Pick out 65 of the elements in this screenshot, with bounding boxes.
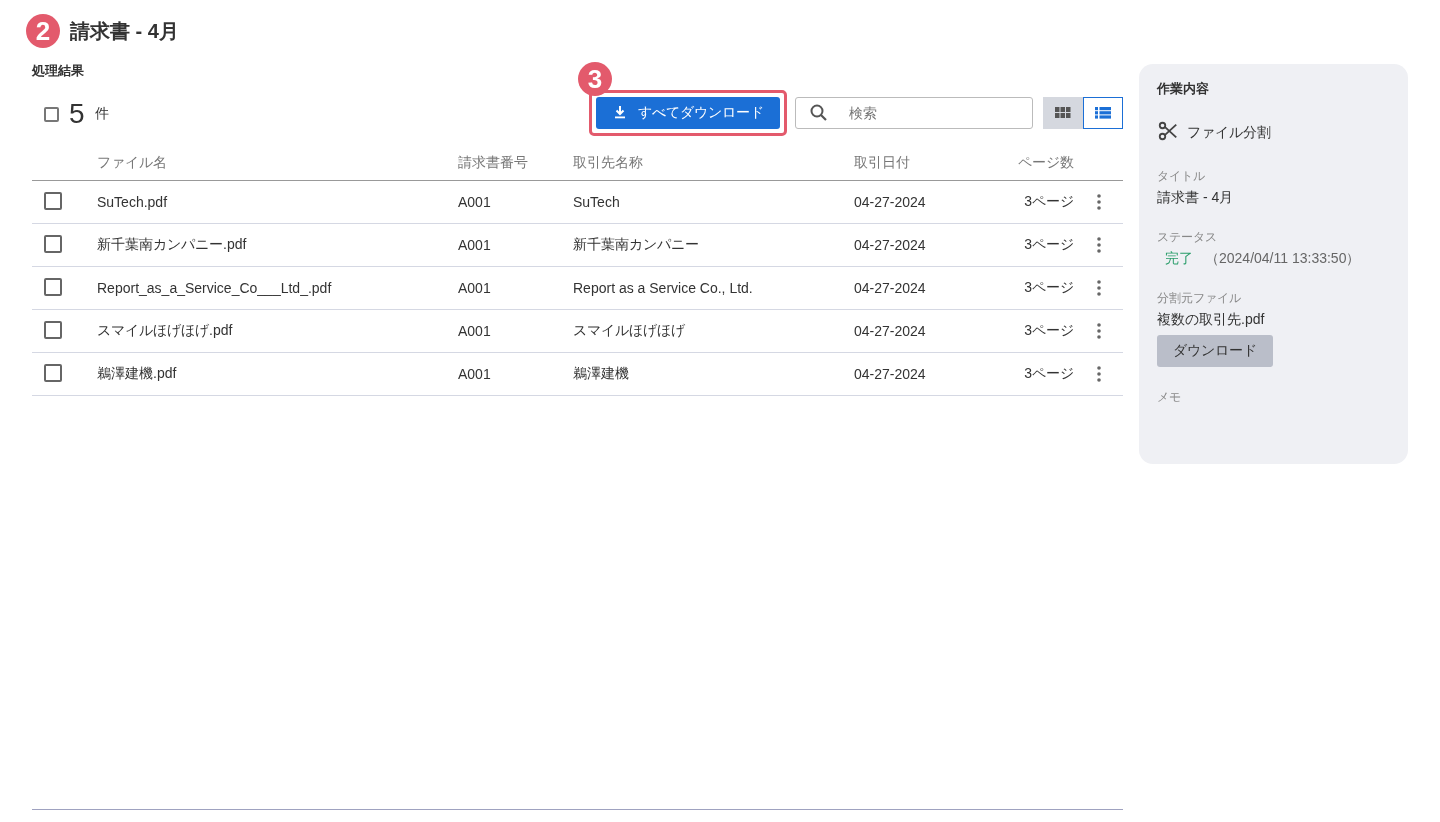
table-cell-text: スマイルほげほげ.pdf [97,322,234,340]
table-cell-text: 新千葉南カンパニー [573,236,700,254]
download-all-button[interactable]: すべてダウンロード [596,97,780,129]
download-button[interactable]: ダウンロード [1157,335,1273,367]
table-cell-text: A001 [458,323,492,339]
search-field[interactable]: 検索 [795,97,1033,129]
table-cell-text: SuTech.pdf [97,194,169,210]
section-heading: 処理結果 [32,62,84,80]
more-icon [1096,194,1101,210]
status-time: （2024/04/11 13:33:50） [1205,250,1361,268]
field-label: メモ [1157,389,1182,406]
table-cell-text: 3ページ [1023,236,1074,254]
field-value: 請求書 - 4月 [1157,189,1235,207]
checkbox[interactable] [44,106,59,122]
checkbox[interactable] [44,191,62,210]
table-cell-text: SuTech [573,194,621,210]
table-cell-text: A001 [458,280,492,296]
column-header: ページ数 [1017,154,1074,172]
table-cell-text: 04-27-2024 [854,237,927,253]
table-cell-text: 04-27-2024 [854,323,927,339]
column-header: 請求書番号 [458,154,529,172]
table-cell-text: 3ページ [1023,365,1074,383]
list-icon [1095,107,1111,119]
column-header: ファイル名 [97,154,168,172]
table-cell-text: 鵜澤建機.pdf [97,365,178,383]
checkbox[interactable] [44,363,62,382]
count-unit: 件 [94,105,109,123]
grid-view-button[interactable] [1043,97,1083,129]
table-cell-text: 04-27-2024 [854,280,927,296]
checkbox[interactable] [44,234,62,253]
panel-heading: 作業内容 [1157,80,1210,98]
file-name: 複数の取引先.pdf [1157,311,1266,329]
field-label: 分割元ファイル [1157,290,1242,307]
page-title: 請求書 - 4月 [70,18,179,44]
column-header: 取引先名称 [573,154,644,172]
table-cell-text: 04-27-2024 [854,194,927,210]
table-cell-text: Report as a Service Co., Ltd. [573,280,754,296]
task-type: ファイル分割 [1187,124,1271,142]
grid-icon [1055,107,1071,119]
column-header: 取引日付 [854,154,911,172]
table-cell-text: 新千葉南カンパニー.pdf [97,236,248,254]
step-badge: 3 [578,62,612,96]
table-cell-text: スマイルほげほげ [573,322,686,340]
more-icon [1096,237,1101,253]
table-cell-text: 3ページ [1023,322,1074,340]
field-label: タイトル [1157,168,1206,185]
table-cell-text: 3ページ [1023,193,1074,211]
table-cell-text: A001 [458,194,492,210]
more-icon [1096,323,1101,339]
field-label: ステータス [1157,229,1218,246]
table-cell-text: 鵜澤建機 [573,365,630,383]
table-cell-text: A001 [458,237,492,253]
status-text: 完了 [1165,250,1193,268]
list-view-button[interactable] [1083,97,1123,129]
table-cell-text: Report_as_a_Service_Co___Ltd_.pdf [97,280,333,296]
more-icon [1096,366,1101,382]
search-icon [809,103,829,123]
result-count: 5 [69,98,85,130]
table-cell-text: A001 [458,366,492,382]
more-icon [1096,280,1101,296]
checkbox[interactable] [44,277,62,296]
table-cell-text: 3ページ [1023,279,1074,297]
table-cell-text: 04-27-2024 [854,366,927,382]
step-badge: 2 [26,14,60,48]
checkbox[interactable] [44,320,62,339]
